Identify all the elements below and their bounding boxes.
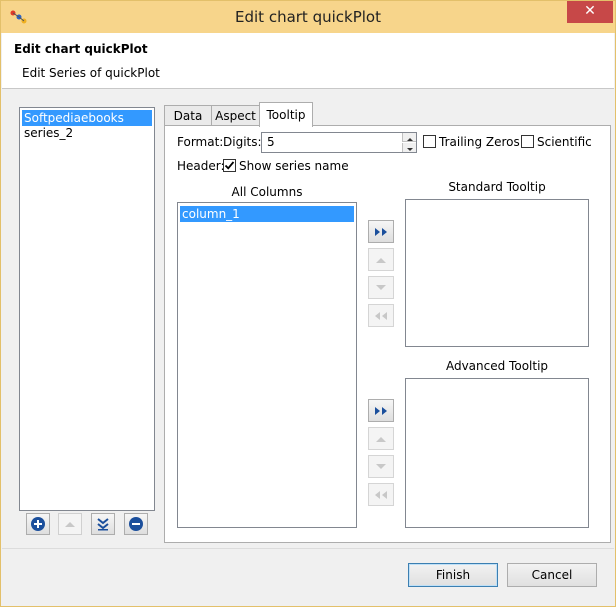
all-columns-list[interactable]: column_1	[177, 202, 357, 528]
series-list[interactable]: Softpediaebooks series_2	[19, 107, 155, 511]
edit-chart-dialog: Edit chart quickPlot ✕ Edit chart quickP…	[0, 0, 616, 607]
double-right-icon	[375, 406, 387, 415]
scientific-label[interactable]: Scientific	[537, 135, 592, 149]
advanced-tooltip-list[interactable]	[405, 378, 589, 528]
add-all-to-advanced-button[interactable]	[368, 399, 394, 422]
title-bar[interactable]: Edit chart quickPlot ✕	[1, 1, 615, 33]
move-series-up-button[interactable]	[58, 513, 82, 535]
caret-down-icon	[407, 148, 413, 151]
add-series-button[interactable]	[26, 513, 50, 535]
move-advanced-up-button[interactable]	[368, 427, 394, 450]
header-label: Header:	[177, 159, 225, 173]
plus-circle-icon	[31, 517, 45, 531]
series-list-item[interactable]: Softpediaebooks	[22, 110, 152, 126]
trailing-zeros-checkbox[interactable]	[423, 135, 436, 148]
digits-increment-button[interactable]	[402, 133, 416, 142]
all-columns-label: All Columns	[231, 185, 303, 199]
close-icon: ✕	[584, 3, 596, 19]
move-advanced-down-button[interactable]	[368, 455, 394, 478]
standard-tooltip-list[interactable]	[405, 199, 589, 347]
up-triangle-icon	[65, 522, 75, 527]
finish-button[interactable]: Finish	[408, 563, 498, 587]
digits-label: Digits:	[223, 135, 262, 149]
show-series-name-checkbox[interactable]	[223, 159, 236, 172]
trailing-zeros-label[interactable]: Trailing Zeros	[439, 135, 520, 149]
cancel-button[interactable]: Cancel	[507, 563, 597, 587]
header-title: Edit chart quickPlot	[14, 42, 148, 56]
tab-aspect[interactable]: Aspect	[211, 105, 260, 126]
move-series-down-button[interactable]	[91, 513, 115, 535]
up-arrow-icon	[376, 436, 386, 442]
format-label: Format:	[177, 135, 224, 149]
digits-decrement-button[interactable]	[402, 143, 416, 152]
advanced-tooltip-label: Advanced Tooltip	[445, 359, 549, 373]
series-list-item[interactable]: series_2	[22, 125, 152, 141]
move-standard-down-button[interactable]	[368, 276, 394, 299]
tab-tooltip[interactable]: Tooltip	[259, 102, 313, 127]
window-title: Edit chart quickPlot	[235, 8, 381, 26]
scientific-checkbox[interactable]	[521, 135, 534, 148]
column-list-item[interactable]: column_1	[180, 206, 354, 222]
standard-tooltip-label: Standard Tooltip	[448, 180, 546, 194]
down-arrow-icon	[376, 284, 386, 290]
double-left-icon	[375, 490, 387, 499]
digits-value[interactable]: 5	[267, 135, 275, 149]
up-arrow-icon	[376, 257, 386, 263]
digits-spinner[interactable]: 5	[261, 132, 417, 153]
down-arrow-icon	[376, 463, 386, 469]
remove-all-from-advanced-button[interactable]	[368, 483, 394, 506]
double-right-icon	[375, 227, 387, 236]
double-down-icon	[97, 518, 109, 531]
dialog-header: Edit chart quickPlot Edit Series of quic…	[2, 33, 614, 89]
checkmark-icon	[224, 161, 235, 170]
move-standard-up-button[interactable]	[368, 248, 394, 271]
add-all-to-standard-button[interactable]	[368, 220, 394, 243]
minus-circle-icon	[129, 517, 143, 531]
show-series-name-label[interactable]: Show series name	[239, 159, 349, 173]
remove-series-button[interactable]	[124, 513, 148, 535]
double-left-icon	[375, 311, 387, 320]
tab-data[interactable]: Data	[164, 105, 212, 126]
close-button[interactable]: ✕	[567, 1, 613, 23]
header-subtitle: Edit Series of quickPlot	[22, 66, 160, 80]
remove-all-from-standard-button[interactable]	[368, 304, 394, 327]
